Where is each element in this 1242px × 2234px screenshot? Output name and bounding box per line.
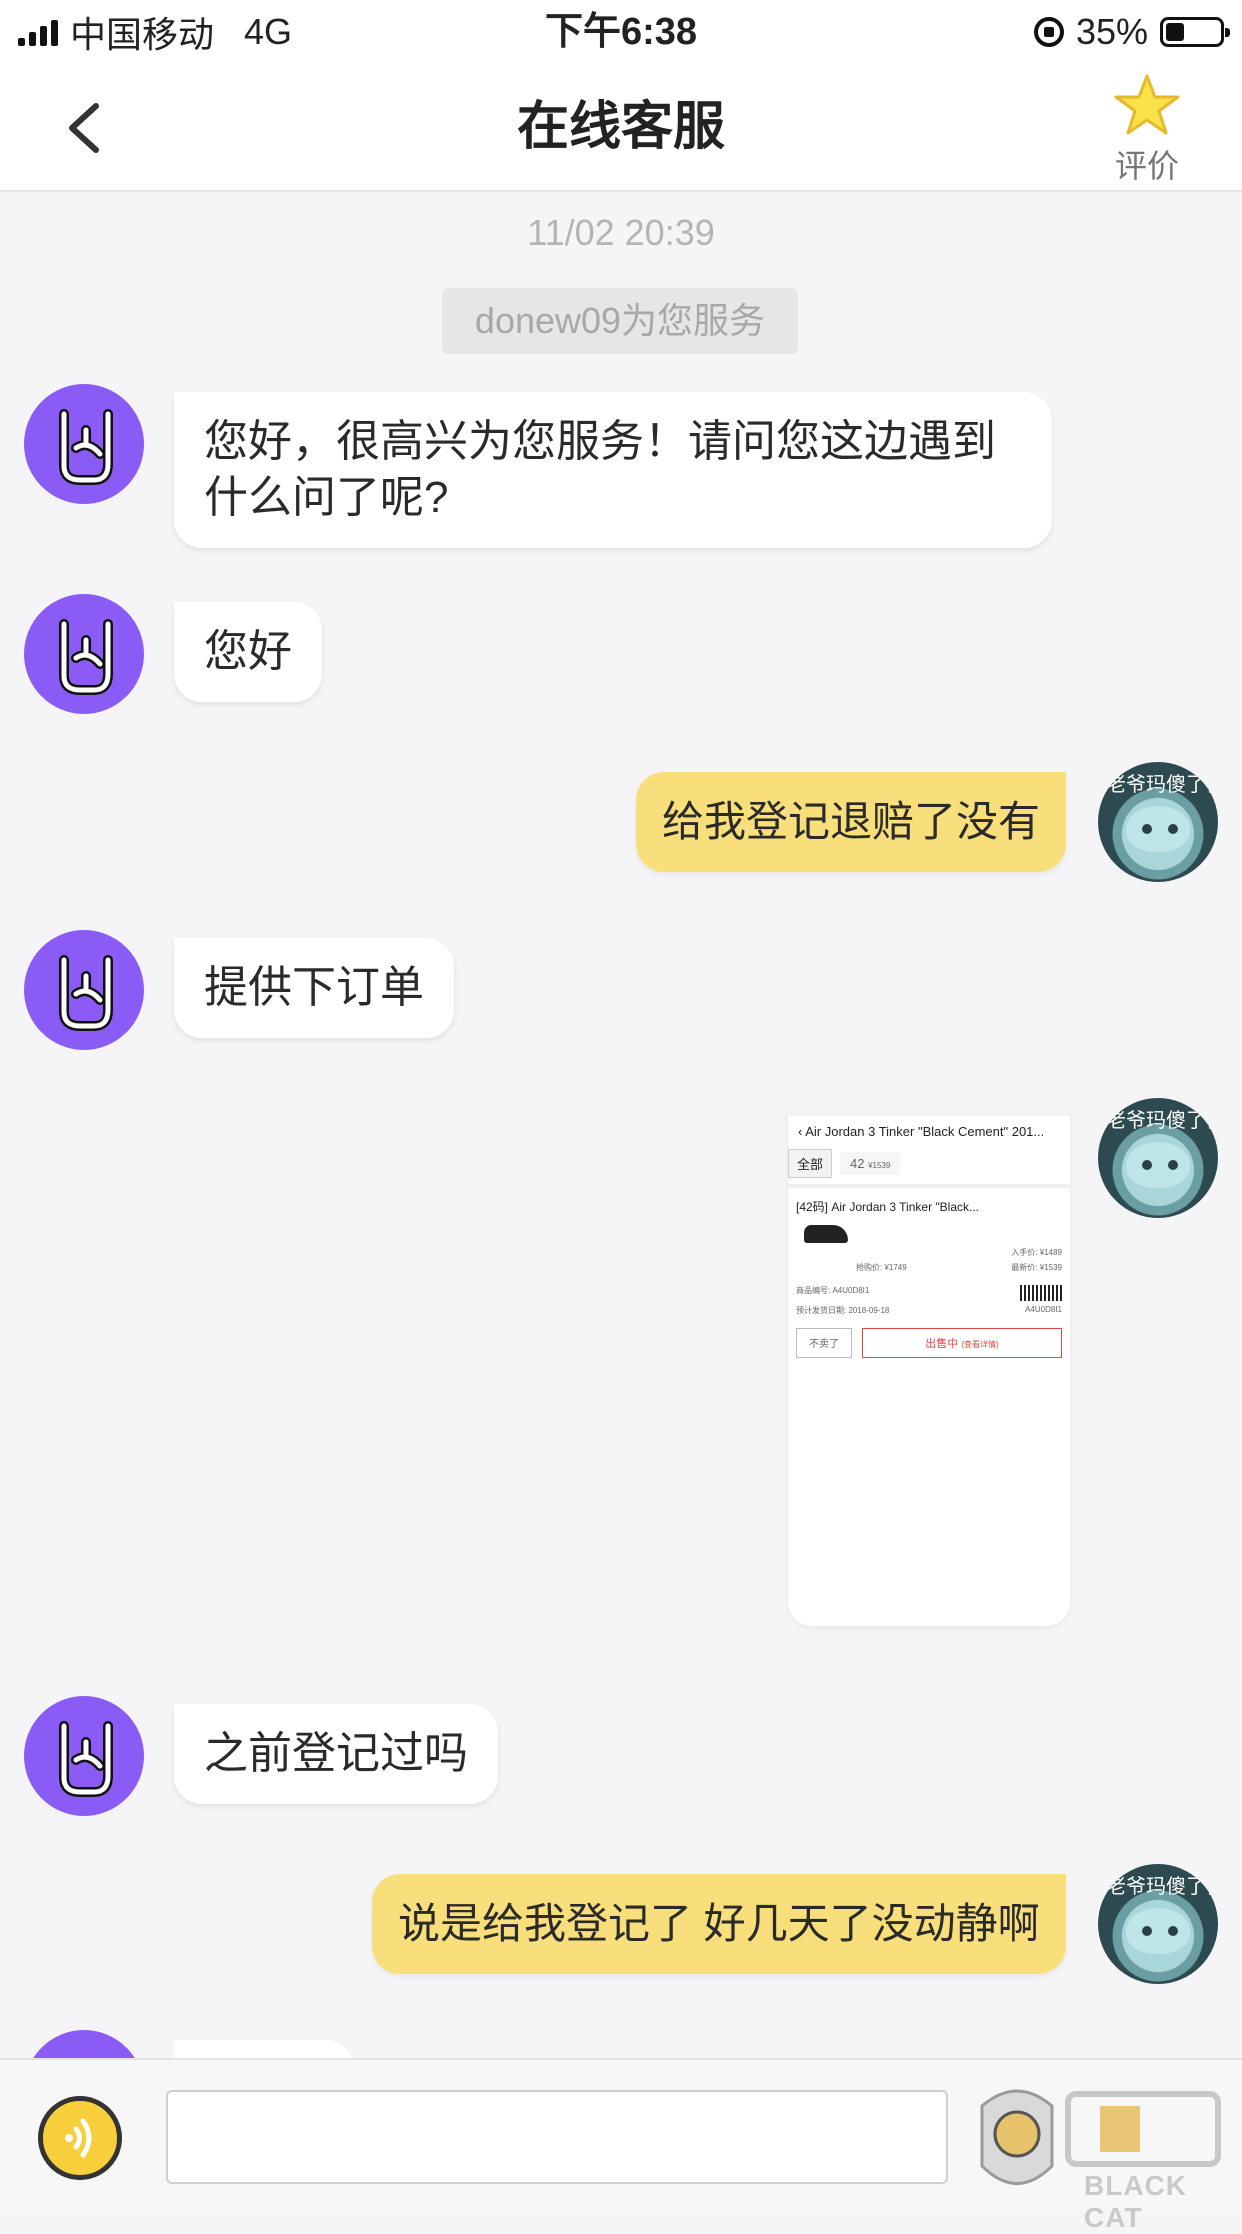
shot-tab-all: 全部 <box>788 1149 833 1178</box>
battery-percent: 35% <box>1075 11 1148 52</box>
rock-hand-icon <box>59 619 113 695</box>
rock-hand-icon <box>59 409 113 485</box>
shot-order-no: 商品编号: A4U0D8I1 <box>796 1286 870 1295</box>
chat-timestamp: 11/02 20:39 <box>527 212 715 253</box>
status-right: 35% <box>1033 8 1230 56</box>
nav-bar: 在线客服 评价 <box>0 64 1242 192</box>
status-bar: 中国移动 4G 下午6:38 35% <box>0 0 1242 64</box>
battery-icon <box>1160 17 1230 47</box>
shot-ship-date: 预计发货日期: 2018-09-18 <box>796 1306 890 1315</box>
avatar-overlay-text: 老爷玛傻了都 <box>1106 774 1218 796</box>
avatar-overlay-text: 老爷玛傻了都 <box>1106 1110 1218 1132</box>
service-notice: donew09为您服务 <box>442 288 798 354</box>
voice-button[interactable] <box>38 2096 122 2180</box>
watermark-text: BLACK CAT <box>1084 2170 1187 2233</box>
rock-hand-icon <box>59 955 113 1031</box>
voice-icon <box>65 2118 92 2158</box>
shot-item-name: [42码] Air Jordan 3 Tinker "Black... <box>796 1200 980 1214</box>
shot-selling-button: 出售中 (查看详情) <box>862 1328 1062 1358</box>
rotation-lock-icon <box>1033 17 1064 47</box>
message-bubble-user: 说是给我登记了 好几天了没动静啊 <box>372 1874 1066 1974</box>
shot-title: ‹ Air Jordan 3 Tinker "Black Cement" 201… <box>798 1124 1045 1139</box>
message-image[interactable]: ‹ Air Jordan 3 Tinker "Black Cement" 201… <box>788 1108 1070 1626</box>
message-bubble-agent: 您好 <box>174 602 322 702</box>
rate-button[interactable]: 评价 <box>1092 72 1202 188</box>
rate-label: 评价 <box>1114 148 1179 184</box>
agent-avatar[interactable] <box>24 930 144 1050</box>
shot-order-card: [42码] Air Jordan 3 Tinker "Black... 入手价:… <box>788 1188 1070 1368</box>
barcode-icon <box>1020 1285 1062 1301</box>
shot-tab-size: 42 ¥1539 <box>840 1152 901 1175</box>
shot-price-lowest: 最新价: ¥1539 <box>1011 1263 1062 1272</box>
rock-hand-icon <box>59 1721 113 1797</box>
user-avatar[interactable]: 老爷玛傻了都 <box>1098 762 1218 882</box>
page-title: 在线客服 <box>516 98 725 156</box>
shot-price-bid: 抢购价: ¥1749 <box>856 1263 907 1272</box>
input-bar: BLACK CAT <box>0 2058 1242 2233</box>
user-avatar[interactable]: 老爷玛傻了都 <box>1098 1864 1218 1984</box>
agent-avatar[interactable] <box>24 384 144 504</box>
message-input[interactable] <box>166 2090 948 2184</box>
shoe-image <box>804 1225 848 1243</box>
star-icon <box>1114 74 1180 135</box>
shot-code: A4U0D8I1 <box>1025 1305 1062 1314</box>
user-avatar[interactable]: 老爷玛傻了都 <box>1098 1098 1218 1218</box>
shot-unsell-button: 不卖了 <box>796 1328 852 1358</box>
message-bubble-agent: 之前登记过吗 <box>174 1704 498 1804</box>
blackcat-watermark: BLACK CAT <box>972 2076 1232 2233</box>
avatar-overlay-text: 老爷玛傻了都 <box>1106 1876 1218 1898</box>
shot-price-in: 入手价: ¥1489 <box>1011 1248 1062 1257</box>
shot-tabs: 全部 42 ¥1539 <box>788 1139 1070 1188</box>
message-bubble-agent: 您好，很高兴为您服务！请问您这边遇到什么问了呢? <box>174 392 1052 548</box>
agent-avatar[interactable] <box>24 1696 144 1816</box>
message-bubble-user: 给我登记退赔了没有 <box>636 772 1067 872</box>
message-bubble-agent: 提供下订单 <box>174 938 454 1038</box>
agent-avatar[interactable] <box>24 594 144 714</box>
